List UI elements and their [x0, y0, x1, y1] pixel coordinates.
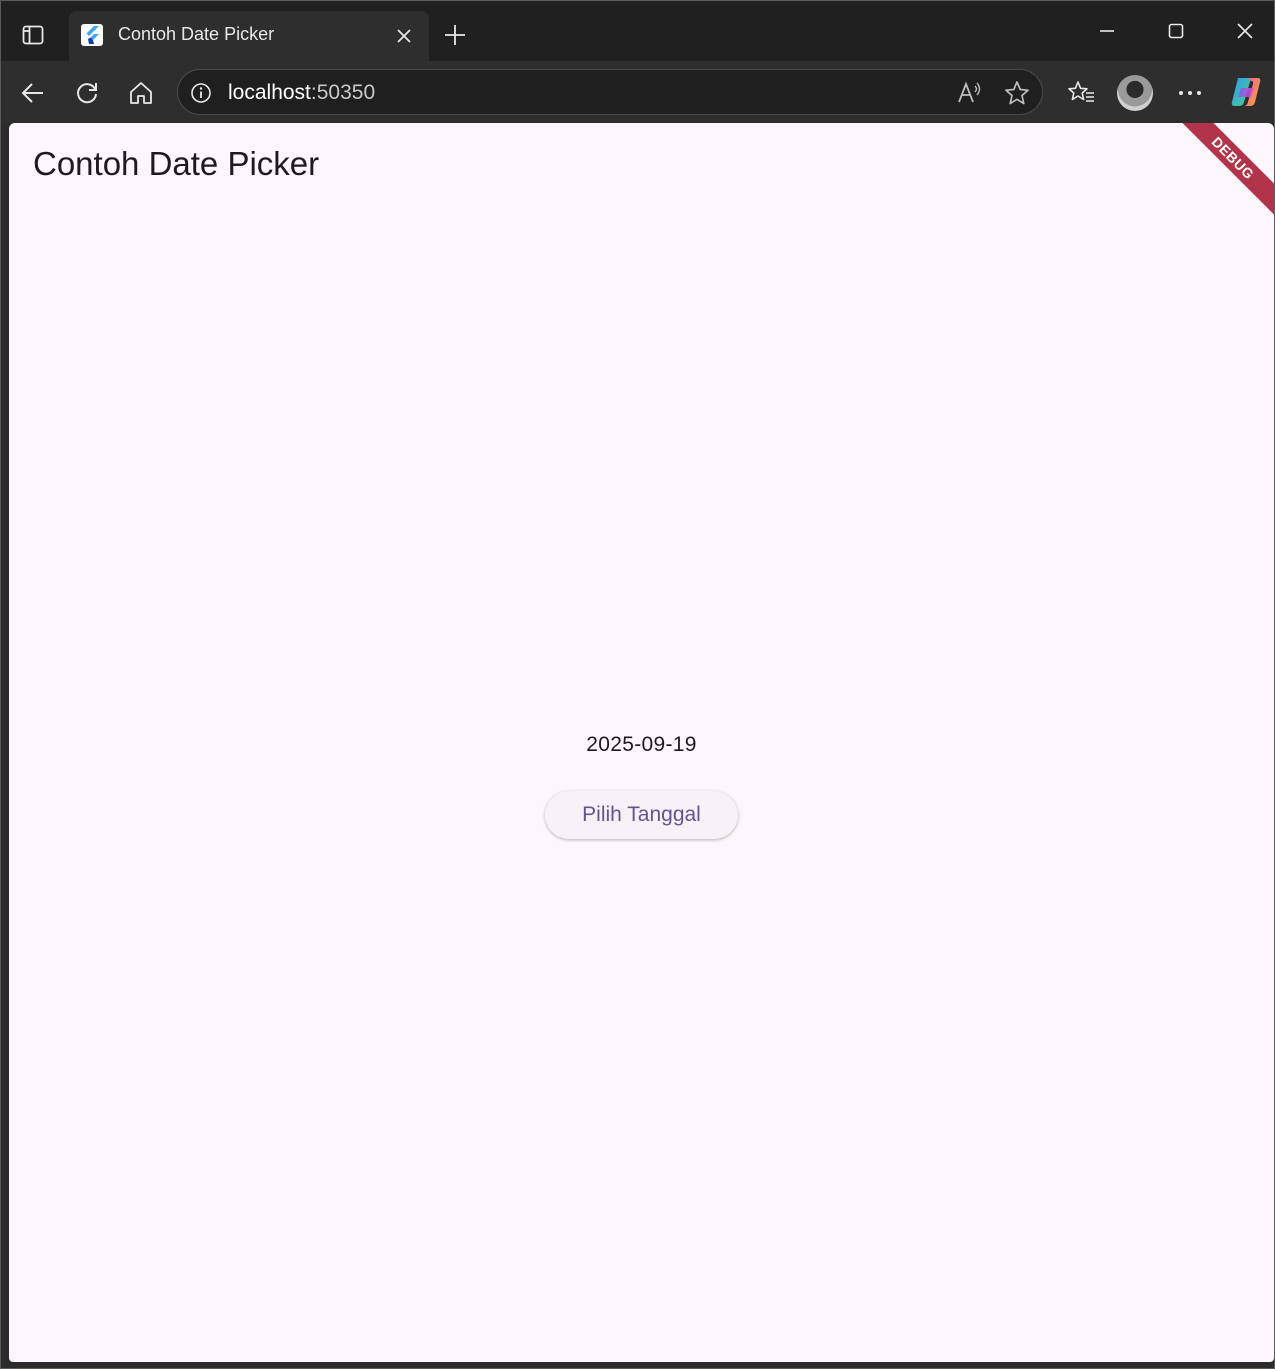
- maximize-button[interactable]: [1153, 11, 1199, 51]
- minimize-button[interactable]: [1084, 11, 1130, 51]
- favorites-button[interactable]: [1062, 73, 1102, 113]
- browser-window: Contoh Date Picker localhost:50350 Conto…: [0, 0, 1275, 1369]
- home-button[interactable]: [121, 73, 161, 113]
- url-port: :50350: [310, 81, 376, 104]
- tab-actions-icon[interactable]: [13, 15, 53, 55]
- maximize-icon: [1168, 23, 1184, 39]
- selected-date: 2025-09-19: [586, 733, 697, 756]
- flutter-icon: [81, 24, 103, 46]
- copilot-icon[interactable]: [1229, 75, 1263, 109]
- close-icon: [1237, 23, 1253, 39]
- tab-active[interactable]: Contoh Date Picker: [69, 11, 429, 61]
- browser-toolbar: localhost:50350: [1, 61, 1274, 123]
- tab-title: Contoh Date Picker: [118, 24, 275, 44]
- star-icon[interactable]: [1002, 78, 1032, 108]
- back-arrow-icon: [21, 83, 43, 103]
- avatar[interactable]: [1117, 75, 1153, 111]
- url-text[interactable]: localhost:50350: [228, 81, 375, 105]
- minimize-icon: [1100, 30, 1114, 32]
- more-icon: [1179, 91, 1201, 95]
- back-button[interactable]: [13, 73, 53, 113]
- new-tab-button[interactable]: [437, 17, 473, 53]
- debug-banner: DEBUG: [1165, 123, 1274, 226]
- refresh-button[interactable]: [67, 73, 107, 113]
- tab-strip: Contoh Date Picker: [1, 1, 1274, 61]
- favorites-icon: [1068, 81, 1094, 102]
- url-host: localhost: [228, 81, 311, 104]
- address-bar[interactable]: localhost:50350: [177, 69, 1043, 115]
- more-button[interactable]: [1170, 73, 1210, 113]
- info-icon[interactable]: [188, 80, 214, 106]
- home-icon: [130, 82, 152, 104]
- close-tab-icon[interactable]: [391, 23, 417, 49]
- close-window-button[interactable]: [1222, 11, 1268, 51]
- refresh-icon: [77, 83, 97, 104]
- read-aloud-icon[interactable]: [954, 78, 984, 108]
- plus-icon: [445, 25, 465, 45]
- page-title: Contoh Date Picker: [33, 145, 320, 182]
- pick-date-button[interactable]: Pilih Tanggal: [545, 791, 738, 839]
- app-viewport: Contoh Date Picker DEBUG 2025-09-19 Pili…: [9, 123, 1274, 1362]
